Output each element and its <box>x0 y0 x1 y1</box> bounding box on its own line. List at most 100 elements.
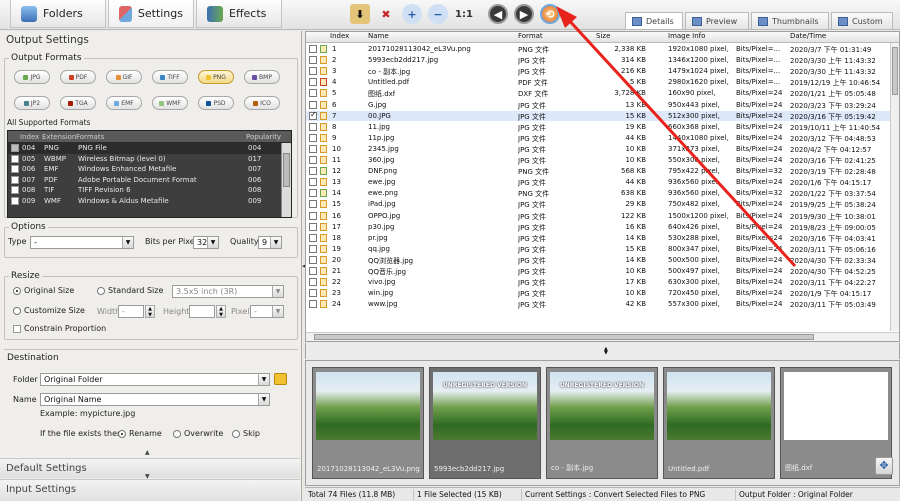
file-row[interactable]: 22 vivo.jpg JPG 文件 17 KB 630x300 pixel, Bits/… <box>306 277 891 288</box>
standard-size-select[interactable]: 3.5x5 inch (3R) ▼ <box>172 285 284 298</box>
rotate-left-icon[interactable]: ◀ <box>488 4 508 24</box>
file-row[interactable]: 1 20171028113042_eL3Vu.png PNG 文件 2,338 KB 1… <box>306 44 891 55</box>
format-list[interactable]: Index Extension Formats Popularity 004 PN… <box>7 130 292 218</box>
file-row[interactable]: 12 DNF.png PNG 文件 568 KB 795x422 pixel, Bits/… <box>306 166 891 177</box>
row-checkbox[interactable] <box>309 156 317 164</box>
customize-size-radio[interactable]: Customize Size <box>13 306 85 315</box>
view-tab-details[interactable]: Details <box>625 12 683 29</box>
tab-settings[interactable]: Settings <box>108 0 194 28</box>
pane-splitter[interactable]: ▲ ▼ <box>305 343 900 359</box>
col-format[interactable]: Format <box>518 32 543 40</box>
row-checkbox[interactable] <box>309 244 317 253</box>
row-checkbox[interactable] <box>309 78 317 87</box>
row-checkbox[interactable] <box>309 233 317 242</box>
thumbnail[interactable]: UNREGISTERED VERSION 5993ecb2dd217.jpg <box>429 367 541 479</box>
file-row[interactable]: 14 ewe.png PNG 文件 638 KB 936x560 pixel, Bits/… <box>306 188 891 199</box>
col-datetime[interactable]: Date/Time <box>790 32 826 40</box>
format-button[interactable]: PNG <box>198 70 234 84</box>
format-button[interactable]: ICO <box>244 96 280 110</box>
file-row[interactable]: 9 11p.jpg JPG 文件 44 KB 1440x1080 pixel, Bits/… <box>306 133 891 144</box>
fit-view-icon[interactable]: ✥ <box>875 457 893 475</box>
width-input[interactable]: - <box>118 305 144 318</box>
checkbox-icon[interactable] <box>11 165 19 174</box>
file-row[interactable]: 20 QQ浏览器.jpg JPG 文件 14 KB 500x500 pixel, Bits… <box>306 255 891 266</box>
row-checkbox[interactable] <box>309 211 317 220</box>
file-row[interactable]: 11 360.jpg JPG 文件 10 KB 550x300 pixel, Bits/P… <box>306 155 891 166</box>
format-list-row[interactable]: 006 EMF Windows Enhanced Metafile 007 <box>8 164 291 175</box>
file-row[interactable]: 21 QQ音乐.jpg JPG 文件 10 KB 500x497 pixel, Bits/… <box>306 266 891 277</box>
unit-select[interactable]: - ▼ <box>250 305 284 318</box>
file-row[interactable]: 15 iPad.jpg JPG 文件 29 KB 750x482 pixel, Bits/… <box>306 199 891 210</box>
thumbnail[interactable]: UNREGISTERED VERSION co - 副本.jpg <box>546 367 658 479</box>
format-button[interactable]: TIFF <box>152 70 188 84</box>
checkbox-icon[interactable] <box>11 196 19 205</box>
format-list-row[interactable]: 004 PNG PNG File 004 <box>8 143 291 154</box>
format-button[interactable]: GIF <box>106 70 142 84</box>
overwrite-radio[interactable]: Overwrite <box>173 429 223 438</box>
checkbox-icon[interactable] <box>11 186 19 195</box>
format-button[interactable]: TGA <box>60 96 96 110</box>
collapse-up-icon[interactable]: ▲ <box>145 449 150 456</box>
constrain-checkbox[interactable]: Constrain Proportion <box>13 324 106 333</box>
row-checkbox[interactable] <box>309 278 317 287</box>
row-checkbox[interactable] <box>309 167 317 176</box>
rotate-right-icon[interactable]: ▶ <box>514 4 534 24</box>
tab-folders[interactable]: Folders <box>10 0 106 28</box>
file-row[interactable]: 4 Untitled.pdf PDF 文件 5 KB 2980x1620 pixel, B… <box>306 77 891 88</box>
view-tab-preview[interactable]: Preview <box>685 12 749 29</box>
file-row[interactable]: 18 pr.jpg JPG 文件 14 KB 530x288 pixel, Bits/Pi… <box>306 233 891 244</box>
col-index[interactable]: Index <box>330 32 349 40</box>
browse-folder-icon[interactable] <box>274 373 287 385</box>
format-button[interactable]: PSD <box>198 96 234 110</box>
zoom-out-icon[interactable]: − <box>428 4 448 24</box>
height-spinner[interactable]: ▲ ▼ <box>216 305 226 318</box>
download-icon[interactable]: ⬇ <box>350 4 370 24</box>
skip-radio[interactable]: Skip <box>232 429 260 438</box>
height-input[interactable] <box>189 305 215 318</box>
default-settings-section[interactable]: Default Settings ▼ <box>0 458 300 480</box>
zoom-in-icon[interactable]: + <box>402 4 422 24</box>
format-button[interactable]: WMF <box>152 96 188 110</box>
row-checkbox[interactable] <box>309 133 317 142</box>
checkbox-icon[interactable] <box>11 154 19 163</box>
width-spinner[interactable]: ▲ ▼ <box>145 305 155 318</box>
row-checkbox[interactable] <box>309 222 317 231</box>
checkbox-icon[interactable] <box>11 175 19 184</box>
tab-effects[interactable]: Effects <box>196 0 282 28</box>
thumbnail[interactable]: 20171028113042_eL3Vu.png <box>312 367 424 479</box>
col-name[interactable]: Name <box>368 32 389 40</box>
thumbnail[interactable]: Untitled.pdf <box>663 367 775 479</box>
row-checkbox[interactable] <box>309 67 317 76</box>
name-select[interactable]: Original Name ▼ <box>40 393 270 406</box>
row-checkbox[interactable] <box>309 56 317 65</box>
row-checkbox[interactable] <box>309 200 317 209</box>
file-row[interactable]: 8 11.jpg JPG 文件 19 KB 660x368 pixel, Bits/Pix… <box>306 122 891 133</box>
row-checkbox[interactable] <box>309 100 317 109</box>
row-checkbox[interactable] <box>309 178 317 187</box>
row-checkbox[interactable] <box>309 189 317 198</box>
file-row[interactable]: 2 5993ecb2dd217.jpg JPG 文件 314 KB 1346x1200 … <box>306 55 891 66</box>
original-size-radio[interactable]: Original Size <box>13 286 74 295</box>
quality-select[interactable]: 9 ▼ <box>258 236 282 249</box>
row-checkbox[interactable] <box>309 289 317 298</box>
file-row[interactable]: 13 ewe.jpg JPG 文件 44 KB 936x560 pixel, Bits/P… <box>306 177 891 188</box>
row-checkbox[interactable] <box>309 255 317 264</box>
row-checkbox[interactable] <box>309 144 317 153</box>
standard-size-radio[interactable]: Standard Size <box>97 286 163 295</box>
row-checkbox[interactable] <box>309 122 317 131</box>
row-checkbox[interactable] <box>309 89 317 98</box>
file-row[interactable]: 23 win.jpg JPG 文件 10 KB 720x450 pixel, Bits/P… <box>306 288 891 299</box>
format-button[interactable]: JPG <box>14 70 50 84</box>
col-image-info[interactable]: Image Info <box>668 32 705 40</box>
col-size[interactable]: Size <box>596 32 610 40</box>
type-select[interactable]: - ▼ <box>30 236 134 249</box>
file-row[interactable]: 24 www.jpg JPG 文件 42 KB 557x300 pixel, Bits/P… <box>306 299 891 310</box>
format-button[interactable]: PDF <box>60 70 96 84</box>
file-row[interactable]: 5 图纸.dxf DXF 文件 3,728 KB 160x90 pixel, Bits/P… <box>306 88 891 99</box>
actual-size-icon[interactable]: 1:1 <box>454 4 474 24</box>
file-row[interactable]: 17 p30.jpg JPG 文件 16 KB 640x426 pixel, Bits/P… <box>306 222 891 233</box>
convert-icon[interactable]: ⟲ <box>540 4 560 24</box>
file-row[interactable]: 19 qq.jpg JPG 文件 15 KB 800x347 pixel, Bits/Pi… <box>306 244 891 255</box>
file-row[interactable]: 3 co - 副本.jpg JPG 文件 216 KB 1479x1024 pixel,… <box>306 66 891 77</box>
format-list-row[interactable]: 008 TIF TIFF Revision 6 008 <box>8 185 291 196</box>
